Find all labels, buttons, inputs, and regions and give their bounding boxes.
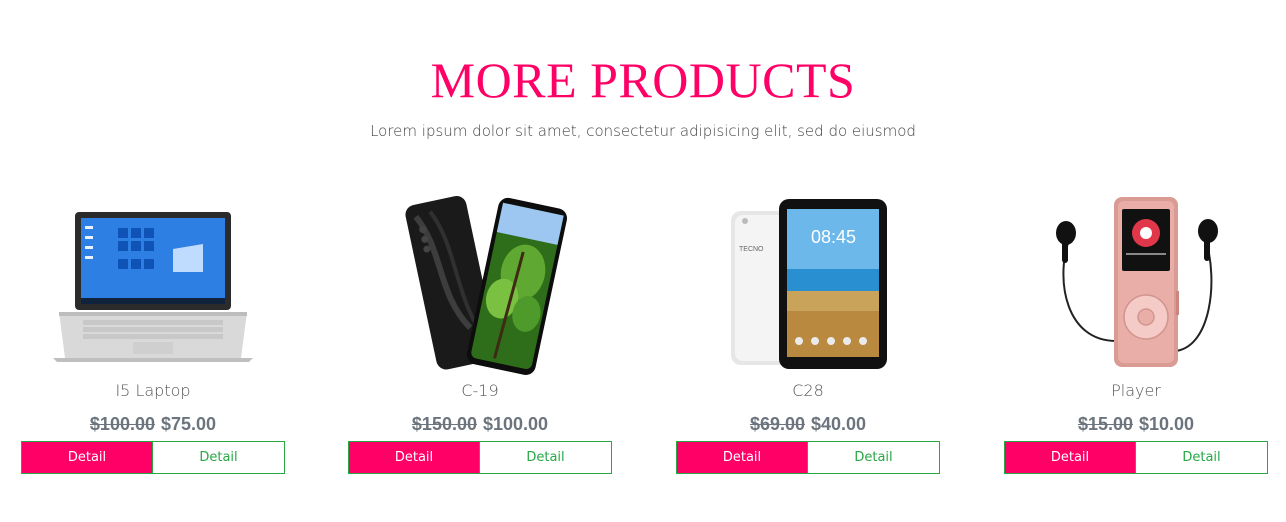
detail-button-outline[interactable]: Detail bbox=[480, 441, 612, 474]
product-price: $100.00 $75.00 bbox=[21, 412, 285, 436]
old-price: $15.00 bbox=[1077, 414, 1133, 434]
old-price: $69.00 bbox=[749, 414, 805, 434]
tablet-clock: 08:45 bbox=[811, 227, 856, 247]
old-price: $150.00 bbox=[411, 414, 477, 434]
product-card-phone: C-19 $150.00 $100.00 Detail Detail bbox=[348, 190, 612, 480]
detail-button-primary[interactable]: Detail bbox=[21, 441, 153, 474]
laptop-image[interactable] bbox=[21, 190, 285, 378]
phone-icon bbox=[405, 195, 568, 375]
product-price: $150.00 $100.00 bbox=[348, 412, 612, 436]
product-actions: Detail Detail bbox=[676, 441, 940, 474]
product-actions: Detail Detail bbox=[21, 441, 285, 474]
product-name: C28 bbox=[792, 381, 824, 400]
product-card-laptop: I5 Laptop $100.00 $75.00 Detail Detail bbox=[21, 190, 285, 480]
detail-button-outline[interactable]: Detail bbox=[153, 441, 285, 474]
old-price: $100.00 bbox=[89, 414, 155, 434]
detail-button-outline[interactable]: Detail bbox=[1136, 441, 1268, 474]
tablet-brand: TECNO bbox=[739, 246, 764, 253]
product-price: $15.00 $10.00 bbox=[1004, 412, 1268, 436]
product-card-tablet: TECNO 08:45 C28 $69.00 $40.00 Detail Deta… bbox=[676, 190, 940, 480]
product-card-player: Player $15.00 $10.00 Detail Detail bbox=[1004, 190, 1268, 480]
product-name: Player bbox=[1111, 381, 1161, 400]
detail-button-primary[interactable]: Detail bbox=[1004, 441, 1136, 474]
laptop-icon bbox=[53, 212, 253, 362]
section-title: MORE PRODUCTS bbox=[430, 52, 856, 108]
current-price: $100.00 bbox=[483, 414, 549, 434]
player-image[interactable] bbox=[1004, 190, 1268, 378]
music-player-icon bbox=[1056, 197, 1218, 367]
detail-button-primary[interactable]: Detail bbox=[676, 441, 808, 474]
tablet-icon: TECNO 08:45 bbox=[731, 199, 887, 369]
current-price: $40.00 bbox=[811, 414, 867, 434]
product-name: C-19 bbox=[461, 381, 499, 400]
current-price: $75.00 bbox=[161, 414, 217, 434]
product-actions: Detail Detail bbox=[348, 441, 612, 474]
detail-button-outline[interactable]: Detail bbox=[808, 441, 940, 474]
section-subtitle: Lorem ipsum dolor sit amet, consectetur … bbox=[370, 122, 916, 140]
detail-button-primary[interactable]: Detail bbox=[348, 441, 480, 474]
product-actions: Detail Detail bbox=[1004, 441, 1268, 474]
tablet-image[interactable]: TECNO 08:45 bbox=[676, 190, 940, 378]
product-name: I5 Laptop bbox=[115, 381, 191, 400]
phone-image[interactable] bbox=[348, 190, 612, 378]
current-price: $10.00 bbox=[1139, 414, 1195, 434]
product-price: $69.00 $40.00 bbox=[676, 412, 940, 436]
